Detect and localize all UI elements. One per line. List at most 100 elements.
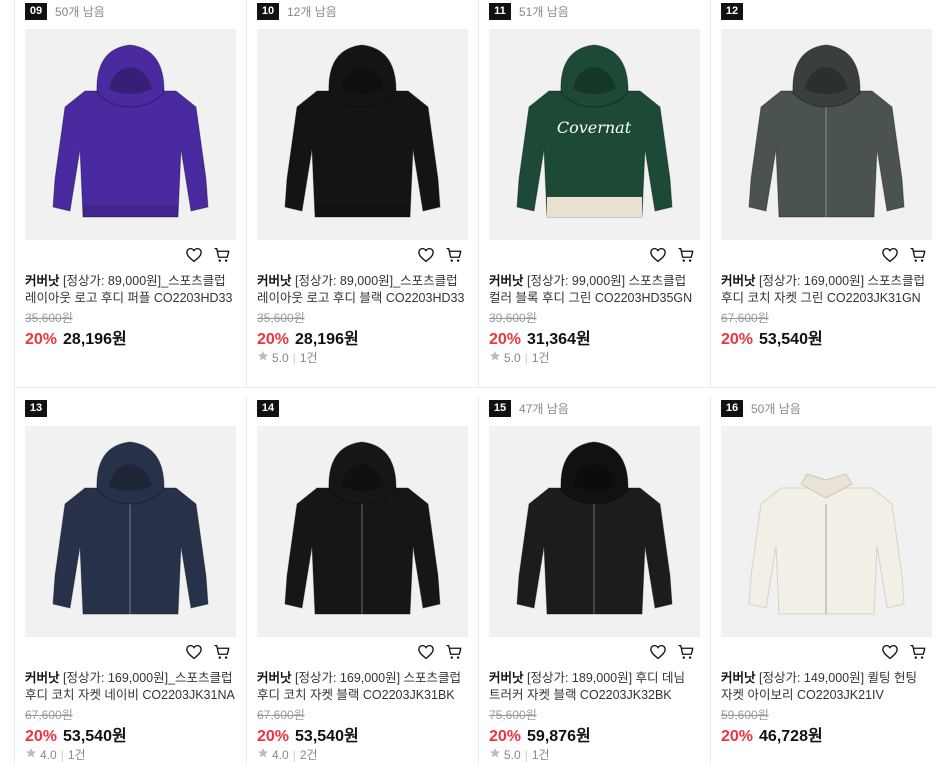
product-title[interactable]: 커버낫 [정상가: 89,000원]_스포츠클럽 레이아웃 로고 후디 퍼플 C…	[25, 273, 235, 307]
brand-name: 커버낫	[721, 274, 756, 288]
original-price: 67,600원	[257, 708, 305, 722]
rank-badge: 12	[721, 2, 743, 20]
product-card[interactable]: 15 47개 남음커버낫 [정상가: 189,000원] 후디 데님 트러커 자켓…	[479, 397, 711, 766]
divider: |	[524, 747, 528, 762]
product-image[interactable]	[25, 29, 236, 240]
sale-price: 28,196원	[63, 331, 127, 348]
price-line: 20% 59,876원	[489, 722, 591, 746]
product-actions	[417, 643, 463, 661]
star-icon	[489, 747, 504, 762]
product-card[interactable]: 10 12개 남음 커버낫 [정상가: 89,000원]_스포츠클럽 레이아웃 로고…	[247, 0, 479, 388]
product-title[interactable]: 커버낫 [정상가: 189,000원] 후디 데님 트러커 자켓 블랙 CO22…	[489, 670, 699, 704]
cart-icon[interactable]	[677, 246, 695, 264]
discount-rate: 20%	[257, 728, 290, 745]
cart-icon[interactable]	[445, 246, 463, 264]
rank-row: 14	[257, 399, 279, 417]
cart-icon[interactable]	[445, 643, 463, 661]
star-icon	[257, 350, 272, 365]
price-line: 20% 31,364원	[489, 325, 591, 349]
cart-icon[interactable]	[213, 246, 231, 264]
price-line: 20% 53,540원	[721, 325, 823, 349]
cart-icon[interactable]	[909, 643, 927, 661]
rank-badge: 15	[489, 399, 511, 417]
rank-badge: 09	[25, 2, 47, 20]
heart-icon[interactable]	[649, 643, 667, 661]
product-title[interactable]: 커버낫 [정상가: 89,000원]_스포츠클럽 레이아웃 로고 후디 블랙 C…	[257, 273, 467, 307]
divider: |	[524, 350, 528, 365]
product-image[interactable]	[721, 426, 932, 637]
review-summary: 5.0 | 1건	[489, 349, 550, 366]
rank-badge: 14	[257, 399, 279, 417]
cart-icon[interactable]	[213, 643, 231, 661]
discount-rate: 20%	[25, 728, 58, 745]
product-card[interactable]: 11 51개 남음 Covernat 커버낫 [정상가: 99,000원] 스포츠클럽…	[479, 0, 711, 388]
brand-name: 커버낫	[257, 274, 292, 288]
price-line: 20% 53,540원	[25, 722, 127, 746]
sale-price: 59,876원	[527, 728, 591, 745]
product-title[interactable]: 커버낫 [정상가: 149,000원] 퀼팅 헌팅 자켓 아이보리 CO2203…	[721, 670, 931, 704]
product-actions	[417, 246, 463, 264]
product-image[interactable]	[489, 426, 700, 637]
discount-rate: 20%	[257, 331, 290, 348]
product-title[interactable]: 커버낫 [정상가: 169,000원]_스포츠클럽 후디 코치 자켓 네이비 C…	[25, 670, 235, 704]
rank-row: 16 50개 남음	[721, 399, 801, 417]
original-price: 67,600원	[25, 708, 73, 722]
star-icon	[489, 350, 504, 365]
original-price: 39,600원	[489, 311, 537, 325]
product-actions	[881, 246, 927, 264]
heart-icon[interactable]	[881, 246, 899, 264]
divider: |	[60, 747, 64, 762]
product-image[interactable]	[257, 426, 468, 637]
product-image[interactable]	[257, 29, 468, 240]
product-image[interactable]: Covernat	[489, 29, 700, 240]
product-card[interactable]: 16 50개 남음커버낫 [정상가: 149,000원] 퀼팅 헌팅 자켓 아이보…	[711, 397, 937, 766]
heart-icon[interactable]	[881, 643, 899, 661]
product-card[interactable]: 13 커버낫 [정상가: 169,000원]_스포츠클럽 후디 코치 자켓 네이비…	[15, 397, 247, 766]
product-title[interactable]: 커버낫 [정상가: 169,000원] 스포츠클럽 후디 코치 자켓 그린 CO…	[721, 273, 931, 307]
review-count: 1건	[67, 748, 86, 762]
product-title[interactable]: 커버낫 [정상가: 169,000원] 스포츠클럽 후디 코치 자켓 블랙 CO…	[257, 670, 467, 704]
product-card[interactable]: 09 50개 남음커버낫 [정상가: 89,000원]_스포츠클럽 레이아웃 로고…	[15, 0, 247, 388]
product-actions	[881, 643, 927, 661]
heart-icon[interactable]	[417, 246, 435, 264]
rank-row: 15 47개 남음	[489, 399, 569, 417]
cart-icon[interactable]	[677, 643, 695, 661]
original-price: 75,600원	[489, 708, 537, 722]
review-count: 1건	[531, 748, 550, 762]
product-card[interactable]: 12 커버낫 [정상가: 169,000원] 스포츠클럽 후디 코치 자켓 그린 …	[711, 0, 937, 388]
star-icon	[25, 747, 40, 762]
brand-name: 커버낫	[489, 671, 524, 685]
review-summary: 4.0 | 2건	[257, 746, 318, 763]
product-card[interactable]: 14 커버낫 [정상가: 169,000원] 스포츠클럽 후디 코치 자켓 블랙 …	[247, 397, 479, 766]
heart-icon[interactable]	[185, 246, 203, 264]
stock-remaining: 47개 남음	[519, 401, 569, 416]
sale-price: 28,196원	[295, 331, 359, 348]
rating-value: 5.0	[272, 350, 289, 365]
price-line: 20% 28,196원	[25, 325, 127, 349]
sale-price: 53,540원	[759, 331, 823, 348]
star-icon	[257, 747, 272, 762]
original-price: 59,600원	[721, 708, 769, 722]
heart-icon[interactable]	[185, 643, 203, 661]
review-summary: 5.0 | 1건	[489, 746, 550, 763]
cart-icon[interactable]	[909, 246, 927, 264]
discount-rate: 20%	[25, 331, 58, 348]
product-title[interactable]: 커버낫 [정상가: 99,000원] 스포츠클럽 컬러 블록 후디 그린 CO2…	[489, 273, 699, 307]
review-count: 2건	[299, 748, 318, 762]
price-line: 20% 46,728원	[721, 722, 823, 746]
review-summary: 5.0 | 1건	[257, 349, 318, 366]
stock-remaining: 50개 남음	[55, 4, 105, 19]
rating-value: 4.0	[272, 747, 289, 762]
brand-name: 커버낫	[25, 671, 60, 685]
brand-name: 커버낫	[489, 274, 524, 288]
product-actions	[185, 643, 231, 661]
discount-rate: 20%	[489, 331, 522, 348]
svg-text:Covernat: Covernat	[557, 118, 632, 137]
heart-icon[interactable]	[649, 246, 667, 264]
product-image[interactable]	[25, 426, 236, 637]
product-image[interactable]	[721, 29, 932, 240]
sale-price: 53,540원	[63, 728, 127, 745]
heart-icon[interactable]	[417, 643, 435, 661]
stock-remaining: 50개 남음	[751, 401, 801, 416]
divider: |	[292, 747, 296, 762]
